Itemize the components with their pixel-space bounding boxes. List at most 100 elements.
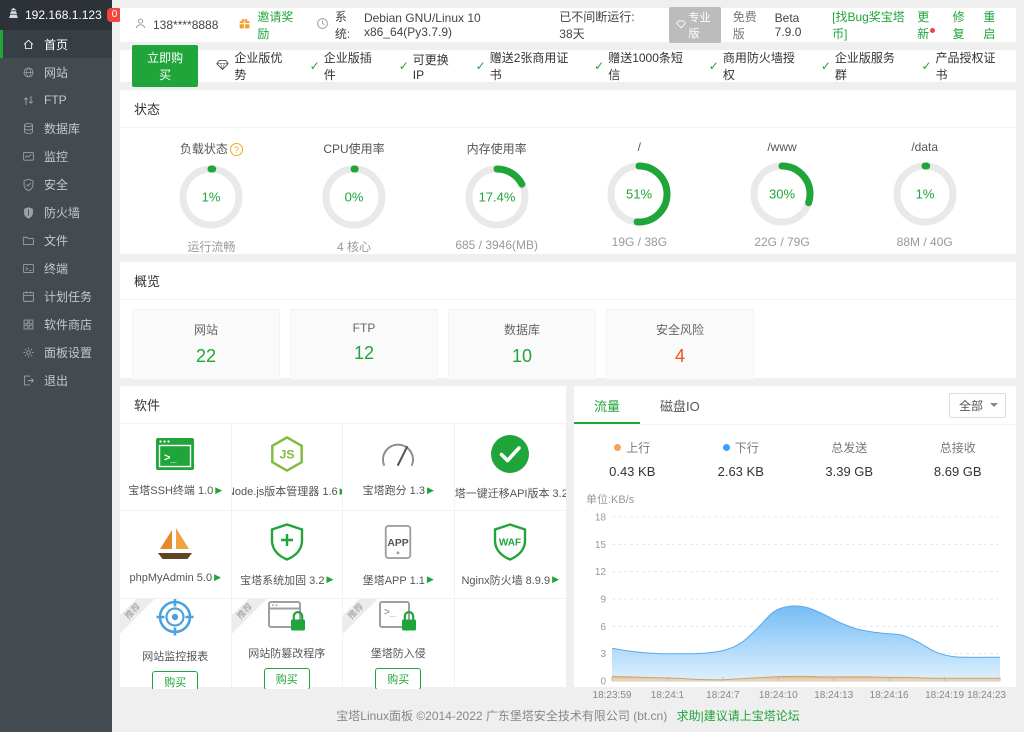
- gauge-ring: 1%: [853, 159, 996, 232]
- software-item[interactable]: WAF Nginx防火墙 8.9.9 ▶: [454, 511, 566, 599]
- sidebar-item-label: 终端: [44, 261, 69, 276]
- svg-text:18: 18: [595, 513, 607, 524]
- tab-disk-io[interactable]: 磁盘IO: [640, 386, 720, 424]
- buy-button[interactable]: 购买: [263, 667, 310, 689]
- stat-upstream: 上行 0.43 KB: [578, 439, 687, 479]
- svg-text:51%: 51%: [626, 187, 652, 202]
- overview-card[interactable]: 数据库 10: [448, 309, 596, 380]
- software-item[interactable]: 宝塔一键迁移API版本 3.2▶: [454, 424, 567, 511]
- traffic-stats: 上行 0.43 KB 下行 2.63 KB 总发送 3.39 GB 总接收 8.…: [574, 425, 1016, 481]
- recommend-ribbon: 推荐: [231, 599, 268, 635]
- software-title: 软件: [120, 386, 566, 424]
- help-icon[interactable]: ?: [229, 143, 243, 156]
- sidebar-item-gear[interactable]: 面板设置: [0, 338, 112, 366]
- software-item-name: 宝塔一键迁移API版本 3.2: [454, 488, 567, 500]
- sidebar-item-label: 软件商店: [44, 317, 93, 332]
- logout-icon: [22, 374, 35, 387]
- sidebar-item-monitor[interactable]: 监控: [0, 142, 112, 170]
- gauge: /data? 1% 88M / 40G: [853, 140, 996, 255]
- sidebar-item-label: 退出: [44, 373, 69, 388]
- svg-text:WAF: WAF: [499, 537, 521, 548]
- svg-text:17.4%: 17.4%: [478, 190, 515, 205]
- buy-button[interactable]: 购买: [375, 667, 422, 689]
- invite-reward[interactable]: 邀请奖励: [238, 8, 295, 42]
- promo-feature: ✓ 赠送1000条短信: [594, 51, 683, 82]
- gauge-sublabel: 685 / 3946(MB): [455, 238, 539, 252]
- action-重启[interactable]: 重启: [983, 8, 1002, 42]
- sidebar-item-ftp[interactable]: FTP: [0, 86, 112, 114]
- app-icon: APP: [381, 522, 415, 565]
- sidebar-item-terminal[interactable]: 终端: [0, 254, 112, 282]
- svg-text:30%: 30%: [769, 187, 795, 202]
- stat-upstream-label: 上行: [626, 441, 651, 455]
- overview-card[interactable]: FTP 12: [290, 309, 438, 380]
- shield-plus-icon: [268, 522, 306, 565]
- software-item[interactable]: 推荐 网站监控报表▶ 购买: [120, 599, 232, 689]
- monitor-icon: [22, 150, 35, 163]
- sidebar-item-label: 首页: [44, 37, 69, 52]
- play-icon: ▶: [552, 574, 560, 584]
- action-修复[interactable]: 修复: [953, 8, 972, 42]
- software-item[interactable]: phpMyAdmin 5.0 ▶: [120, 511, 232, 599]
- stat-total-sent-value: 3.39 GB: [825, 464, 874, 479]
- tab-traffic[interactable]: 流量: [574, 386, 641, 424]
- software-item[interactable]: JS Node.js版本管理器 1.6▶: [231, 424, 343, 511]
- software-item[interactable]: 宝塔系统加固 3.2 ▶: [231, 511, 343, 599]
- stat-upstream-value: 0.43 KB: [609, 464, 656, 479]
- bug-bounty-link[interactable]: [找Bug奖宝塔币]: [832, 8, 905, 42]
- action-更新[interactable]: 更新: [917, 8, 940, 42]
- sidebar-item-calendar[interactable]: 计划任务: [0, 282, 112, 310]
- sidebar-item-shield-check[interactable]: 安全: [0, 170, 112, 198]
- sidebar-item-label: 安全: [44, 177, 69, 192]
- pro-version-badge[interactable]: 专业版: [668, 7, 721, 43]
- enterprise-advantage[interactable]: 企业版优势: [216, 49, 291, 83]
- sidebar-item-firewall[interactable]: 防火墙: [0, 198, 112, 226]
- gauge-sublabel: 运行流畅: [187, 240, 236, 254]
- software-item[interactable]: >_ 宝塔SSH终端 1.0 ▶: [120, 424, 232, 511]
- overview-card-label: 数据库: [503, 323, 540, 337]
- system-info: 系统: Debian GNU/Linux 10 x86_64(Py3.7.9): [316, 8, 539, 42]
- svg-text:9: 9: [600, 595, 606, 606]
- software-item[interactable]: 宝塔跑分 1.3 ▶: [343, 424, 455, 511]
- sidebar-item-folder[interactable]: 文件: [0, 226, 112, 254]
- sidebar-item-home[interactable]: 首页: [0, 30, 112, 58]
- footer-forum-link[interactable]: 求助|建议请上宝塔论坛: [677, 709, 800, 723]
- uptime-label: 已不间断运行: 38天: [559, 10, 635, 41]
- overview-card[interactable]: 安全风险 4: [606, 309, 754, 380]
- user-account[interactable]: 138****8888: [134, 17, 218, 33]
- user-phone: 138****8888: [153, 18, 219, 32]
- sidebar-item-grid[interactable]: 软件商店: [0, 310, 112, 338]
- sidebar-item-globe[interactable]: 网站: [0, 58, 112, 86]
- sidebar-item-logout[interactable]: 退出: [0, 366, 112, 394]
- svg-text:15: 15: [595, 540, 607, 551]
- gauge: 负载状态? 1% 运行流畅: [140, 140, 283, 255]
- database-icon: [22, 122, 35, 135]
- version-label: Beta 7.9.0: [774, 11, 802, 39]
- sailboat-icon: [154, 526, 196, 565]
- overview-card-label: FTP: [352, 321, 376, 335]
- overview-card[interactable]: 网站 22: [132, 309, 280, 380]
- overview-panel: 概览 网站 22 FTP 12 数据库 10 安全风险 4: [120, 262, 1016, 380]
- range-select[interactable]: 全部: [948, 392, 1006, 418]
- grid-icon: [22, 318, 35, 331]
- gauge: CPU使用率? 0% 4 核心: [283, 140, 426, 255]
- stat-downstream-label: 下行: [734, 441, 759, 455]
- gauge-ring: 51%: [568, 159, 711, 232]
- buy-now-button[interactable]: 立即购买: [132, 45, 199, 87]
- software-item[interactable]: 推荐 网站防篡改程序▶ 购买: [231, 599, 343, 689]
- sidebar-item-label: 数据库: [44, 121, 81, 136]
- software-item-name: Nginx防火墙 8.9.9: [461, 574, 551, 587]
- home-icon: [22, 38, 35, 51]
- software-item-name: Node.js版本管理器 1.6: [231, 486, 338, 498]
- software-item[interactable]: 推荐 >_ 堡塔防入侵▶ 购买: [343, 599, 455, 689]
- target-icon: [154, 599, 196, 641]
- footer-text: 宝塔Linux面板 ©2014-2022 广东堡塔安全技术有限公司 (bt.cn…: [336, 709, 668, 723]
- sidebar-item-database[interactable]: 数据库: [0, 114, 112, 142]
- status-title: 状态: [120, 90, 1016, 128]
- software-item[interactable]: APP 堡塔APP 1.1 ▶: [343, 511, 455, 599]
- gauge-ring: 1%: [140, 162, 283, 235]
- buy-button[interactable]: 购买: [152, 670, 199, 689]
- stat-downstream-value: 2.63 KB: [717, 464, 764, 479]
- gauge-ring: 30%: [711, 159, 854, 232]
- overview-card-label: 安全风险: [655, 323, 704, 337]
